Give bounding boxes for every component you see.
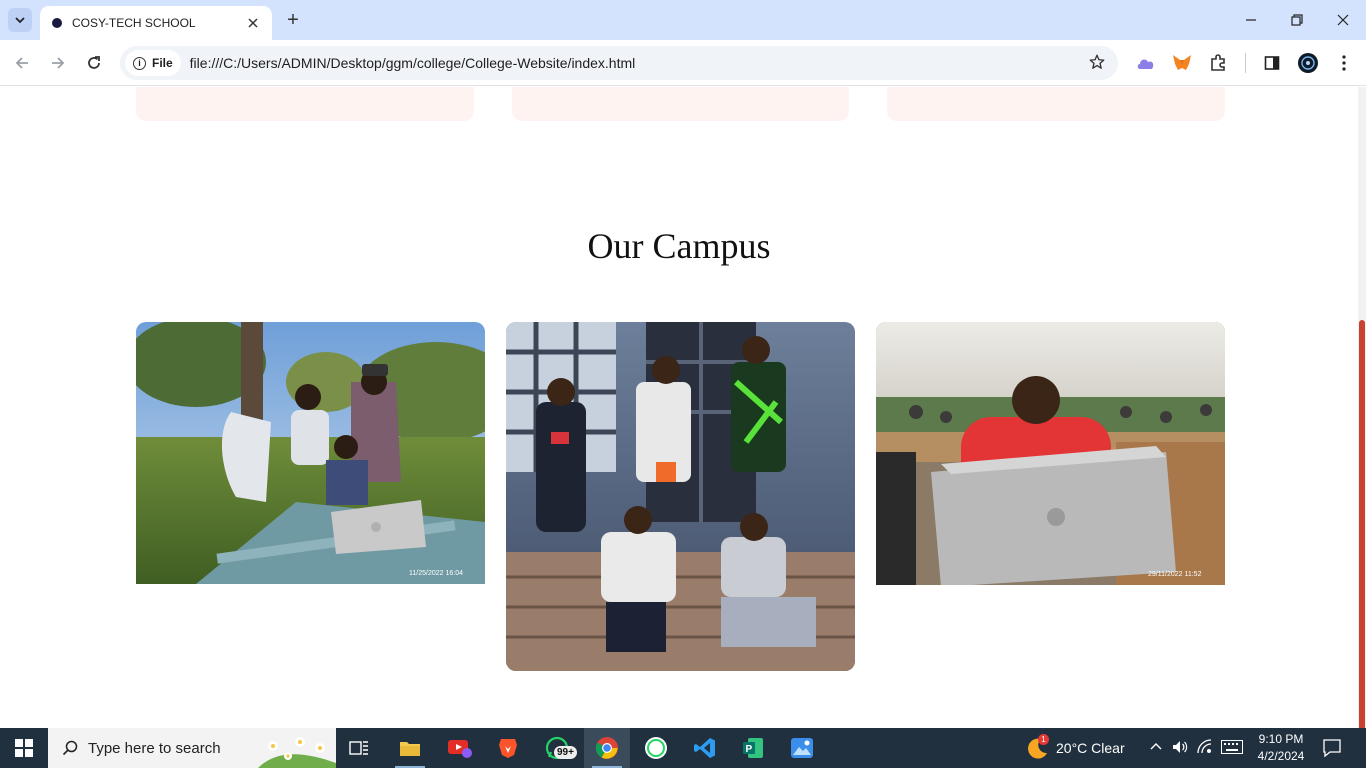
weather-widget[interactable]: 1 xyxy=(1025,734,1049,765)
tab-title: COSY-TECH SCHOOL xyxy=(72,16,196,30)
scrollbar-thumb[interactable] xyxy=(1359,320,1365,730)
publisher-icon: P xyxy=(743,738,763,758)
search-placeholder: Type here to search xyxy=(88,739,221,757)
reload-button[interactable] xyxy=(82,51,106,75)
feature-card xyxy=(512,87,849,121)
chrome-button[interactable] xyxy=(584,728,630,768)
photos-icon xyxy=(791,738,813,758)
arrow-right-icon xyxy=(52,57,65,69)
side-panel-button[interactable] xyxy=(1261,52,1283,74)
minimize-button[interactable] xyxy=(1228,0,1274,40)
chevron-up-icon xyxy=(1150,743,1162,750)
avatar xyxy=(1298,53,1318,73)
notification-badge: 99+ xyxy=(554,746,577,759)
bookmark-star-button[interactable] xyxy=(1088,53,1106,76)
task-view-icon xyxy=(349,741,368,755)
close-icon xyxy=(248,18,258,28)
task-view-button[interactable] xyxy=(336,728,382,768)
new-tab-button[interactable]: + xyxy=(282,9,304,31)
fox-icon xyxy=(1173,55,1191,70)
whatsapp-business-button[interactable]: 99+ xyxy=(534,728,580,768)
photo-timestamp: 11/25/2022 16:04 xyxy=(409,570,463,577)
notification-icon xyxy=(1323,739,1341,758)
video-player-icon xyxy=(448,740,472,758)
volume-button[interactable] xyxy=(1172,739,1188,760)
arrow-left-icon xyxy=(15,57,28,69)
address-bar[interactable]: i File file:///C:/Users/ADMIN/Desktop/gg… xyxy=(120,46,1118,80)
site-info-chip[interactable]: i File xyxy=(125,50,181,76)
speaker-icon xyxy=(1173,741,1188,753)
extension-button[interactable] xyxy=(1135,52,1157,74)
windows-logo-icon xyxy=(15,739,33,757)
reload-icon xyxy=(88,56,100,69)
back-button[interactable] xyxy=(10,51,34,75)
close-icon xyxy=(1337,14,1349,26)
star-icon xyxy=(1089,54,1105,69)
feature-card xyxy=(887,87,1225,121)
section-title: Our Campus xyxy=(587,226,771,266)
clock[interactable]: 9:10 PM 4/2/2024 xyxy=(1250,731,1312,765)
feature-card xyxy=(136,87,474,121)
extensions-button[interactable] xyxy=(1207,52,1229,74)
tab-strip: COSY-TECH SCHOOL + xyxy=(0,0,1366,40)
folder-icon xyxy=(400,742,420,756)
browser-toolbar: i File file:///C:/Users/ADMIN/Desktop/gg… xyxy=(0,40,1366,86)
start-button[interactable] xyxy=(0,728,48,768)
puzzle-icon xyxy=(1211,54,1225,71)
chrome-icon xyxy=(595,737,618,759)
active-tab[interactable]: COSY-TECH SCHOOL xyxy=(40,6,272,40)
weather-text[interactable]: 20°C Clear xyxy=(1056,740,1125,756)
tab-favicon xyxy=(52,18,62,28)
keyboard-button[interactable] xyxy=(1221,740,1243,759)
toolbar-divider xyxy=(1245,53,1246,73)
clock-time: 9:10 PM xyxy=(1258,732,1304,746)
whatsapp-icon xyxy=(645,737,667,759)
minimize-icon xyxy=(1246,19,1256,21)
photo-timestamp: 29/11/2022 11:52 xyxy=(1148,571,1202,578)
whatsapp-button[interactable] xyxy=(633,728,679,768)
security-label: File xyxy=(152,56,173,70)
kebab-menu-icon xyxy=(1342,55,1346,71)
forward-button[interactable] xyxy=(46,51,70,75)
search-icon xyxy=(62,740,78,756)
campus-photo: 11/25/2022 16:04 xyxy=(136,322,485,584)
restore-icon xyxy=(1291,14,1303,26)
clock-date: 4/2/2024 xyxy=(1257,749,1305,763)
menu-button[interactable] xyxy=(1333,52,1355,74)
campus-photo: 29/11/2022 11:52 xyxy=(876,322,1225,585)
notifications-button[interactable] xyxy=(1322,738,1342,763)
brave-browser-button[interactable] xyxy=(485,728,531,768)
chevron-down-icon xyxy=(15,17,25,24)
campus-photo xyxy=(506,322,855,671)
profile-avatar[interactable] xyxy=(1297,52,1319,74)
url-text[interactable]: file:///C:/Users/ADMIN/Desktop/ggm/colle… xyxy=(190,55,636,71)
vscode-button[interactable] xyxy=(682,728,728,768)
photos-button[interactable] xyxy=(779,728,825,768)
windows-taskbar: Type here to search 99+ P 1 20°C Clear 9… xyxy=(0,728,1366,768)
wifi-icon xyxy=(1197,739,1212,754)
file-explorer-button[interactable] xyxy=(387,728,433,768)
network-button[interactable] xyxy=(1197,739,1213,760)
weather-alert-badge: 1 xyxy=(1038,734,1049,745)
web-page: Our Campus 11/25/2022 16:04 29/11/2022 1… xyxy=(0,87,1358,728)
taskbar-search-box[interactable]: Type here to search xyxy=(48,728,336,768)
media-app-button[interactable] xyxy=(437,728,483,768)
side-panel-icon xyxy=(1264,56,1280,70)
tab-search-button[interactable] xyxy=(8,8,32,32)
info-icon: i xyxy=(133,56,146,70)
vscode-icon xyxy=(694,738,715,758)
page-scrollbar[interactable] xyxy=(1358,87,1366,730)
cloud-extension-icon xyxy=(1137,59,1154,69)
tab-close-button[interactable] xyxy=(244,14,262,32)
metamask-extension-button[interactable] xyxy=(1171,52,1193,74)
flowers-decoration-icon xyxy=(258,737,336,768)
restore-button[interactable] xyxy=(1274,0,1320,40)
svg-text:P: P xyxy=(746,744,753,755)
close-window-button[interactable] xyxy=(1320,0,1366,40)
publisher-button[interactable]: P xyxy=(730,728,776,768)
lion-icon xyxy=(499,739,517,758)
show-hidden-icons-button[interactable] xyxy=(1150,740,1162,758)
keyboard-icon xyxy=(1221,740,1243,754)
